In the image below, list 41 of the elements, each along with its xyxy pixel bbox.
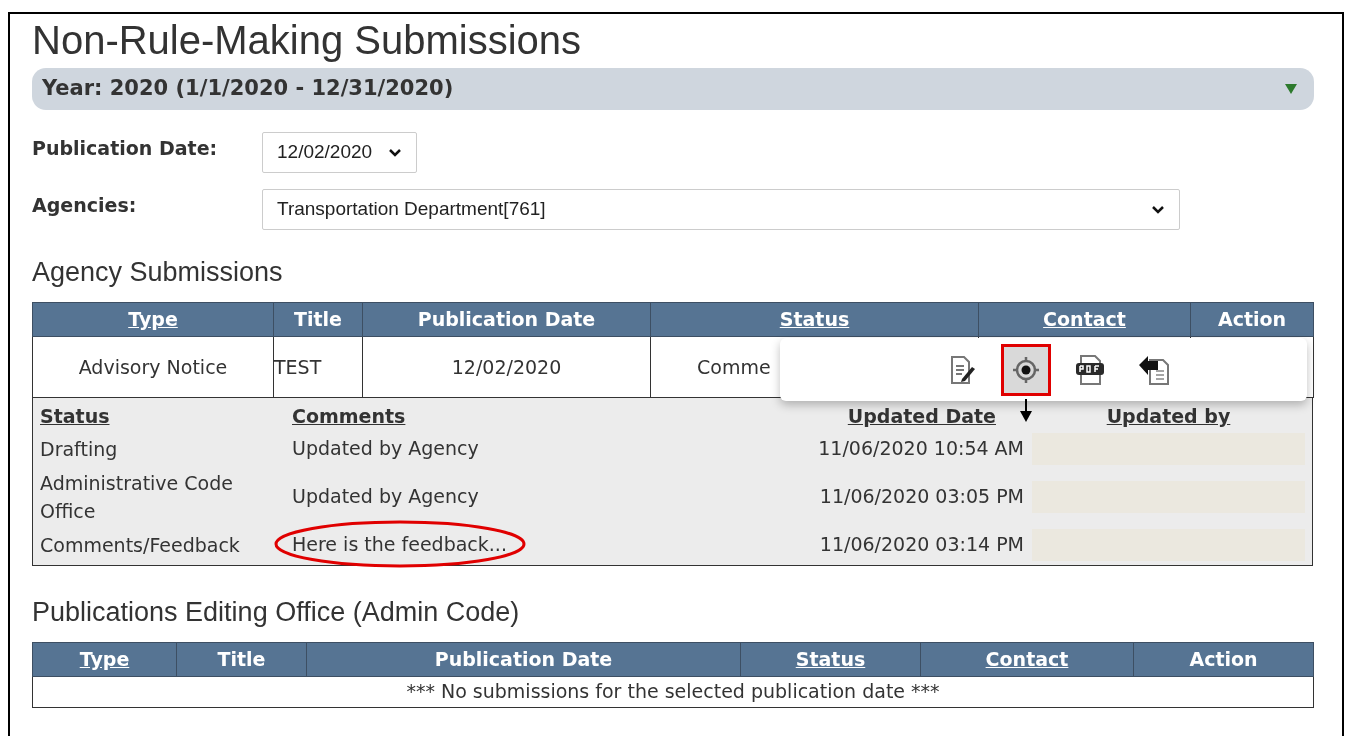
column-header: Publication Date: [434, 647, 613, 670]
table-cell: 12/02/2020: [451, 355, 562, 378]
chevron-down-icon: [1151, 204, 1165, 215]
expand-triangle-icon[interactable]: [1284, 83, 1298, 95]
year-bar[interactable]: Year: 2020 (1/1/2020 - 12/31/2020): [32, 68, 1314, 110]
field-label: Agencies:: [32, 194, 137, 216]
column-header: Title: [217, 647, 266, 670]
table-cell: Advisory Notice: [78, 355, 228, 378]
column-header[interactable]: Status: [779, 308, 850, 331]
chevron-down-icon: [388, 147, 402, 158]
field-label: Publication Date:: [32, 137, 218, 159]
table-cell: 11/06/2020 03:05 PM: [819, 485, 1024, 508]
table-cell: Administrative Code Office: [40, 471, 233, 522]
pointer-arrow: [1019, 398, 1033, 423]
column-header: Action: [1189, 647, 1258, 670]
column-header[interactable]: Type: [128, 308, 178, 331]
section-heading: Publications Editing Office (Admin Code): [32, 595, 521, 628]
table-cell: TEST: [274, 355, 322, 378]
column-header[interactable]: Updated Date: [847, 405, 996, 427]
section-heading: Agency Submissions: [32, 256, 284, 288]
table-cell: Here is the feedback...: [292, 533, 507, 556]
table-cell: 11/06/2020 03:14 PM: [819, 533, 1024, 556]
page-title: Non-Rule-Making Submissions: [32, 17, 583, 64]
table-cell: Updated by Agency: [292, 485, 479, 508]
pdf-icon[interactable]: [1075, 353, 1105, 386]
edit-icon[interactable]: [949, 354, 975, 385]
table-cell: 11/06/2020 10:54 AM: [818, 437, 1024, 460]
column-header[interactable]: Updated by: [1106, 405, 1231, 427]
table-cell: Comme: [697, 355, 771, 378]
column-header[interactable]: Comments: [292, 405, 406, 427]
column-header: Action: [1217, 308, 1287, 331]
target-icon[interactable]: [1012, 355, 1040, 384]
select-dropdown[interactable]: 12/02/2020: [262, 132, 417, 173]
table-cell: Updated by Agency: [292, 437, 479, 460]
column-header[interactable]: Status: [40, 405, 110, 427]
column-header: Publication Date: [417, 308, 596, 331]
table-cell: Comments/Feedback: [40, 533, 240, 556]
column-header: Title: [294, 308, 342, 331]
select-dropdown[interactable]: Transportation Department[761]: [262, 189, 1180, 230]
empty-message: *** No submissions for the selected publication date ***: [406, 680, 940, 703]
table-cell: Drafting: [40, 437, 118, 460]
